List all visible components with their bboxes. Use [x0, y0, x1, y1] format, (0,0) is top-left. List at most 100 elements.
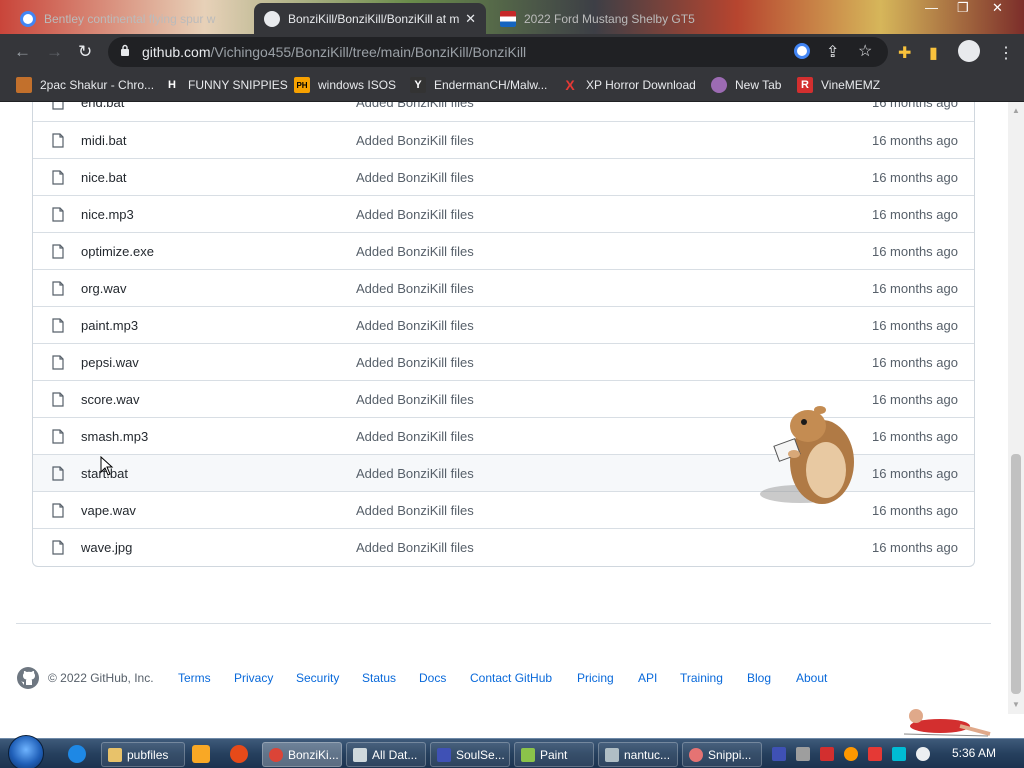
tray-network-icon[interactable] — [892, 747, 906, 761]
taskbar-notepad[interactable]: nantuc... — [598, 742, 678, 767]
footer-link-training[interactable]: Training — [680, 671, 723, 685]
commit-message-link[interactable]: Added BonziKill files — [356, 207, 474, 222]
file-row[interactable]: nice.mp3 Added BonziKill files 16 months a… — [33, 195, 974, 232]
footer-link-about[interactable]: About — [796, 671, 827, 685]
commit-message-link[interactable]: Added BonziKill files — [356, 170, 474, 185]
minimize-icon[interactable]: — — [925, 0, 938, 15]
reload-icon[interactable]: ↻ — [78, 42, 92, 62]
footer-link-status[interactable]: Status — [362, 671, 396, 685]
tray-volume-icon[interactable] — [916, 747, 930, 761]
taskbar-pubfiles[interactable]: pubfiles — [101, 742, 185, 767]
footer-link-security[interactable]: Security — [296, 671, 339, 685]
file-row[interactable]: pepsi.wav Added BonziKill files 16 months … — [33, 343, 974, 380]
file-icon — [52, 429, 64, 444]
file-name-link[interactable]: smash.mp3 — [81, 429, 148, 444]
menu-dots-icon[interactable]: ⋮ — [998, 43, 1014, 63]
page-scrollbar[interactable]: ▲ ▼ — [1008, 102, 1024, 714]
hamster-sprite[interactable] — [758, 400, 858, 508]
file-name-link[interactable]: nice.bat — [81, 170, 127, 185]
tray-soulseek-icon[interactable] — [772, 747, 786, 761]
scroll-thumb[interactable] — [1011, 454, 1021, 694]
file-name-link[interactable]: midi.bat — [81, 133, 127, 148]
footer-link-contact[interactable]: Contact GitHub — [470, 671, 552, 685]
close-icon[interactable]: ✕ — [465, 11, 476, 27]
bookmark-star-icon[interactable]: ☆ — [858, 41, 872, 61]
bookmark-2pac[interactable]: 2pac Shakur - Chro... — [16, 77, 154, 93]
commit-message-link[interactable]: Added BonziKill files — [356, 503, 474, 518]
file-name-link[interactable]: optimize.exe — [81, 244, 154, 259]
commit-age: 16 months ago — [871, 281, 958, 296]
commit-message-link[interactable]: Added BonziKill files — [356, 392, 474, 407]
internet-explorer-icon[interactable] — [68, 745, 86, 763]
extensions-icon[interactable]: ✚ — [898, 43, 911, 63]
file-name-link[interactable]: nice.mp3 — [81, 207, 134, 222]
commit-message-link[interactable]: Added BonziKill files — [356, 355, 474, 370]
scroll-up-icon[interactable]: ▲ — [1012, 106, 1020, 115]
share-icon[interactable]: ⇪ — [826, 42, 839, 62]
start-button[interactable] — [8, 735, 44, 768]
file-name-link[interactable]: end.bat — [81, 102, 124, 110]
restore-icon[interactable]: ❐ — [957, 0, 969, 16]
file-row[interactable]: nice.bat Added BonziKill files 16 months a… — [33, 158, 974, 195]
commit-message-link[interactable]: Added BonziKill files — [356, 318, 474, 333]
footer-link-docs[interactable]: Docs — [419, 671, 446, 685]
file-row[interactable]: org.wav Added BonziKill files 16 months ag… — [33, 269, 974, 306]
file-name-link[interactable]: score.wav — [81, 392, 140, 407]
footer-link-pricing[interactable]: Pricing — [577, 671, 614, 685]
file-row[interactable]: optimize.exe Added BonziKill files 16 mont… — [33, 232, 974, 269]
bookmark-endermanch[interactable]: Y EndermanCH/Malw... — [410, 77, 547, 93]
forward-icon[interactable]: → — [46, 42, 63, 62]
footer-link-blog[interactable]: Blog — [747, 671, 771, 685]
tab-bentley[interactable]: Bentley continental flying spur w — [10, 3, 250, 34]
file-row[interactable]: end.bat Added BonziKill files 16 months ag… — [33, 102, 974, 121]
file-row[interactable]: midi.bat Added BonziKill files 16 months a… — [33, 121, 974, 158]
tab-bonzikill[interactable]: BonziKill/BonziKill/BonziKill at m ✕ — [254, 3, 486, 34]
file-icon — [52, 355, 64, 370]
back-icon[interactable]: ← — [14, 42, 31, 62]
bookmark-windows-isos[interactable]: PH windows ISOS — [294, 77, 396, 93]
media-player-icon[interactable] — [192, 745, 210, 763]
file-name-link[interactable]: org.wav — [81, 281, 127, 296]
url-text[interactable]: github.com/Vichingo455/BonziKill/tree/ma… — [142, 44, 526, 60]
file-name-link[interactable]: pepsi.wav — [81, 355, 139, 370]
taskbar-bonzikill[interactable]: BonziKi... — [262, 742, 342, 767]
taskbar-snipping[interactable]: Snippi... — [682, 742, 762, 767]
commit-message-link[interactable]: Added BonziKill files — [356, 102, 474, 110]
app-icon[interactable] — [230, 745, 248, 763]
commit-message-link[interactable]: Added BonziKill files — [356, 466, 474, 481]
bookmark-label: XP Horror Download — [586, 78, 696, 92]
taskbar-soulseek[interactable]: SoulSe... — [430, 742, 510, 767]
profile-avatar-icon[interactable] — [958, 40, 980, 62]
footer-link-terms[interactable]: Terms — [178, 671, 211, 685]
file-row[interactable]: wave.jpg Added BonziKill files 16 months a… — [33, 528, 974, 565]
bookmark-vinememz[interactable]: R VineMEMZ — [797, 77, 880, 93]
footer-link-api[interactable]: API — [638, 671, 657, 685]
file-name-link[interactable]: vape.wav — [81, 503, 136, 518]
commit-message-link[interactable]: Added BonziKill files — [356, 244, 474, 259]
bookmark-xp-horror[interactable]: X XP Horror Download — [562, 77, 696, 93]
google-lens-icon[interactable] — [794, 43, 810, 59]
file-name-link[interactable]: paint.mp3 — [81, 318, 138, 333]
taskbar-all-data[interactable]: All Dat... — [346, 742, 426, 767]
taskbar-paint[interactable]: Paint — [514, 742, 594, 767]
commit-message-link[interactable]: Added BonziKill files — [356, 429, 474, 444]
bookmark-funny-snippies[interactable]: H FUNNY SNIPPIES — [164, 77, 288, 93]
file-row[interactable]: paint.mp3 Added BonziKill files 16 months … — [33, 306, 974, 343]
side-panel-icon[interactable]: ▮ — [929, 43, 938, 63]
commit-message-link[interactable]: Added BonziKill files — [356, 281, 474, 296]
commit-message-link[interactable]: Added BonziKill files — [356, 540, 474, 555]
file-name-link[interactable]: wave.jpg — [81, 540, 132, 555]
tab-mustang[interactable]: 2022 Ford Mustang Shelby GT5 — [490, 3, 730, 34]
taskbar-clock[interactable]: 5:36 AM — [952, 746, 996, 760]
tray-flag-icon[interactable] — [868, 747, 882, 761]
tray-search-icon[interactable] — [844, 747, 858, 761]
tray-v-icon[interactable] — [820, 747, 834, 761]
footer-link-privacy[interactable]: Privacy — [234, 671, 273, 685]
tray-settings-icon[interactable] — [796, 747, 810, 761]
window-close-icon[interactable]: ✕ — [992, 0, 1003, 16]
bookmark-new-tab[interactable]: New Tab — [711, 77, 781, 93]
address-bar[interactable]: github.com/Vichingo455/BonziKill/tree/ma… — [108, 37, 888, 67]
scroll-down-icon[interactable]: ▼ — [1012, 700, 1020, 709]
commit-message-link[interactable]: Added BonziKill files — [356, 133, 474, 148]
github-logo-icon[interactable] — [16, 666, 40, 690]
